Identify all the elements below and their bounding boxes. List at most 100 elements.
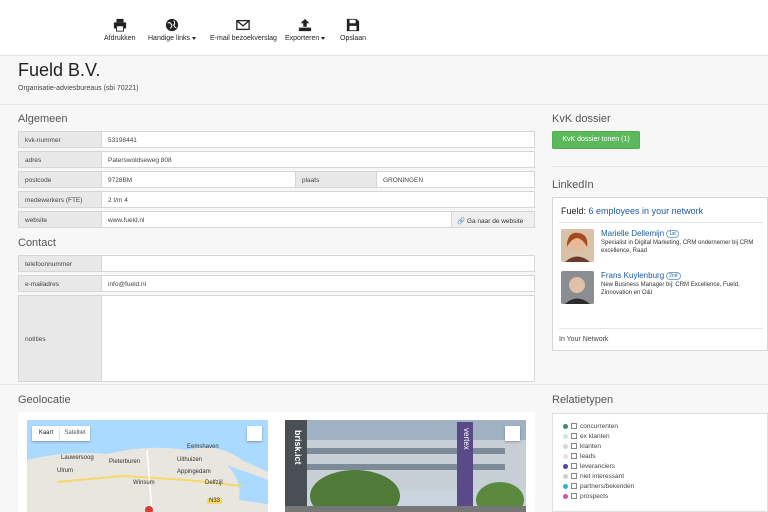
email-label: e-mailadres [19, 276, 102, 291]
linkedin-network-link[interactable]: 6 employees in your network [589, 206, 704, 216]
export-label: Exporteren [285, 35, 320, 42]
postcode-row: postcode 9728BM plaats GRONINGEN [18, 171, 535, 188]
link-icon: 🔗 [457, 218, 466, 225]
checkbox[interactable] [571, 453, 577, 460]
avatar [561, 229, 594, 262]
relation-label: prospects [580, 493, 609, 500]
relation-item[interactable]: klanten [563, 443, 601, 450]
relation-item[interactable]: ex klanten [563, 433, 610, 440]
map-label: Ulrum [57, 468, 73, 474]
save-button[interactable]: Opslaan [340, 18, 366, 42]
color-dot-icon [563, 473, 568, 479]
fullscreen-icon[interactable] [247, 426, 262, 441]
divider [552, 384, 768, 385]
phone-field[interactable] [102, 256, 534, 271]
relation-item[interactable]: leads [563, 453, 596, 460]
map-tab[interactable]: Kaart [32, 426, 60, 441]
sign-text: vertex [462, 428, 471, 450]
divider [559, 222, 763, 223]
checkbox[interactable] [571, 483, 577, 490]
section-general-title: Algemeen [18, 113, 68, 125]
print-label: Afdrukken [104, 35, 136, 42]
useful-links-dropdown[interactable]: Handige links [148, 18, 197, 42]
upload-icon [299, 18, 312, 32]
notes-textarea[interactable] [102, 296, 534, 381]
website-label: website [19, 212, 102, 227]
globe-icon [165, 18, 179, 32]
checkbox[interactable] [571, 423, 577, 430]
relation-label: ex klanten [580, 433, 610, 440]
print-button[interactable]: Afdrukken [104, 18, 136, 42]
go-to-website-button[interactable]: 🔗 Ga naar de website [451, 212, 534, 227]
go-to-website-label: Ga naar de website [466, 218, 524, 225]
email-field[interactable]: info@fueld.nl [102, 276, 534, 291]
notes-label: notities [19, 296, 102, 381]
employees-label: medewerkers (FTE) [19, 192, 102, 207]
postcode-value: 9728BM [108, 177, 133, 184]
address-row: adres Paterswoldseweg 808 [18, 151, 535, 168]
color-dot-icon [563, 463, 568, 469]
email-row: e-mailadres info@fueld.nl [18, 275, 535, 292]
degree-badge: 2nd [666, 271, 681, 280]
street-view[interactable]: brisk.ict vertex [285, 420, 526, 512]
envelope-icon [236, 19, 251, 31]
fullscreen-icon[interactable] [505, 426, 520, 441]
section-relations-title: Relatietypen [552, 394, 614, 406]
website-row: website www.fueld.nl 🔗 Ga naar de websit… [18, 211, 535, 228]
map-view[interactable]: Kaart Satelliet Eemshaven Lauwersoog Pie… [27, 420, 268, 512]
road-label: N33 [207, 498, 223, 504]
person-description: New Business Manager bij: CRM Excellence… [601, 282, 740, 296]
employees-row: medewerkers (FTE) 2 t/m 4 [18, 191, 535, 208]
color-dot-icon [563, 453, 568, 459]
save-label: Opslaan [340, 35, 367, 42]
divider [0, 104, 768, 105]
satellite-tab[interactable]: Satelliet [60, 426, 90, 441]
linkedin-card: Fueld: 6 employees in your network Marie… [552, 197, 768, 351]
phone-row: telefoonnummer [18, 255, 535, 272]
street-view-photo [285, 420, 526, 512]
avatar [561, 271, 594, 304]
company-name: Fueld B.V. [18, 60, 101, 80]
linkedin-footer: In Your Network [559, 336, 609, 343]
relation-item[interactable]: prospects [563, 493, 608, 500]
checkbox[interactable] [571, 473, 577, 480]
linkedin-company: Fueld: [561, 206, 587, 216]
caret-down-icon [321, 36, 326, 40]
sign-text: brisk.ict [293, 430, 303, 465]
person-description: Specialist in Digital Marketing, CRM ond… [601, 240, 754, 254]
relation-label: niet interessant [580, 473, 625, 480]
person-name[interactable]: Marielle Dellemijn [601, 229, 664, 238]
relation-label: klanten [580, 443, 601, 450]
postcode-label: postcode [19, 172, 102, 187]
kvk-dossier-button[interactable]: KvK dossier tonen (1) [552, 131, 640, 149]
relation-label: partners/bekenden [580, 483, 635, 490]
caret-down-icon [192, 36, 197, 40]
section-linkedin-title: LinkedIn [552, 179, 594, 191]
divider [559, 328, 763, 329]
email-report-button[interactable]: E-mail bezoekverslag [210, 18, 277, 42]
map-label: Winsum [133, 480, 155, 486]
address-label: adres [19, 152, 102, 167]
toolbar: Afdrukken Handige links E-mail bezoekver… [0, 0, 768, 56]
export-dropdown[interactable]: Exporteren [285, 18, 326, 42]
website-value[interactable]: www.fueld.nl [102, 212, 151, 227]
relation-item[interactable]: concurrenten [563, 423, 618, 430]
person-name[interactable]: Frans Kuylenburg [601, 271, 664, 280]
map-label: Appingedam [177, 469, 211, 475]
map-label: Pieterburen [109, 459, 141, 465]
checkbox[interactable] [571, 493, 577, 500]
color-dot-icon [563, 433, 568, 439]
degree-badge: 1st [666, 229, 679, 238]
relation-item[interactable]: niet interessant [563, 473, 624, 480]
map-label: Delfzijl [205, 480, 223, 486]
section-contact-title: Contact [18, 237, 56, 249]
city-value: GRONINGEN [383, 177, 424, 184]
relation-item[interactable]: partners/bekenden [563, 483, 634, 490]
checkbox[interactable] [571, 443, 577, 450]
color-dot-icon [563, 443, 568, 449]
checkbox[interactable] [571, 433, 577, 440]
kvk-number-value: 53198441 [108, 137, 137, 144]
checkbox[interactable] [571, 463, 577, 470]
relation-item[interactable]: leveranciers [563, 463, 615, 470]
color-dot-icon [563, 483, 568, 489]
